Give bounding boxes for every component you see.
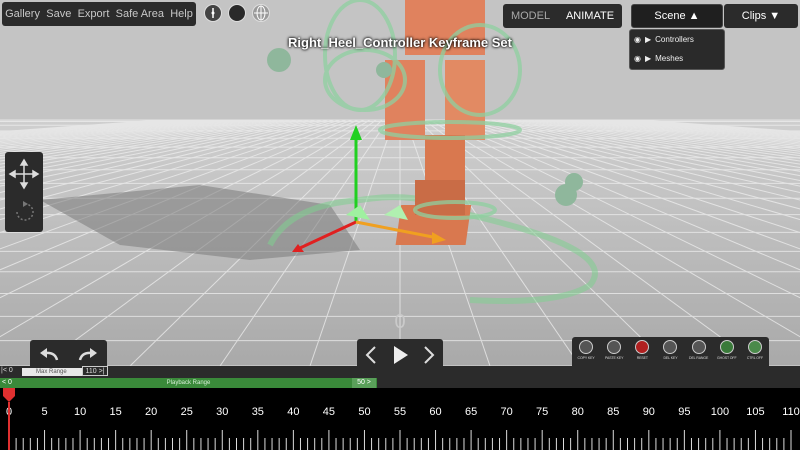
timeline-tick-label: 60	[429, 406, 441, 418]
scene-item-meshes[interactable]: ◉ ▶ Meshes	[630, 49, 724, 68]
paste-key-label: PASTE KEY	[605, 356, 624, 360]
safe-area-menu[interactable]: Safe Area	[116, 8, 164, 20]
ctrl-toggle-button[interactable]: CTRL OFF	[742, 340, 768, 360]
timeline-tick-label: 65	[465, 406, 477, 418]
gallery-menu[interactable]: Gallery	[5, 8, 40, 20]
scene-item-label: Meshes	[655, 54, 684, 63]
eye-icon[interactable]: ◉	[634, 54, 641, 63]
timeline-tick-label: 50	[358, 406, 370, 418]
timeline-tick-label: 85	[607, 406, 619, 418]
playhead-handle[interactable]	[3, 388, 15, 402]
ghost-figure-icon	[719, 340, 734, 354]
timeline-tick-label: 110	[782, 406, 800, 418]
copy-key-label: COPY KEY	[577, 356, 595, 360]
timeline-tick-label: 55	[394, 406, 406, 418]
playback-controls	[357, 339, 443, 366]
max-range-label: Max Range	[36, 369, 67, 375]
timeline-scrubber[interactable]: 0510152025303540455055606570758085909510…	[0, 388, 800, 450]
ghost-label: GHOST OFF	[717, 356, 737, 360]
paste-key-button[interactable]: PASTE KEY	[601, 340, 627, 360]
viewport-title: Right_Heel_Controller Keyframe Set	[288, 35, 512, 50]
max-range-start[interactable]: |< 0	[1, 367, 13, 374]
rotate-tool-icon[interactable]	[16, 201, 34, 221]
range-bar: |< 0 Max Range 110 >| < 0 Playback Range…	[0, 366, 800, 388]
current-frame-display: 0	[394, 311, 406, 333]
export-menu[interactable]: Export	[78, 8, 110, 20]
mode-toggle: MODEL ANIMATE	[503, 4, 622, 28]
scene-item-label: Controllers	[655, 35, 694, 44]
expand-arrow-icon[interactable]: ▶	[645, 54, 651, 63]
keyframe-tools-panel: COPY KEY PASTE KEY RESET DEL KEY DEL RAN…	[572, 337, 769, 366]
delete-key-label: DEL KEY	[663, 356, 678, 360]
redo-icon[interactable]	[76, 346, 100, 364]
timeline-tick-label: 70	[501, 406, 513, 418]
sphere-icon[interactable]	[228, 4, 246, 22]
scene-tab[interactable]: Scene ▲	[631, 4, 723, 28]
playback-range-row: < 0 Playback Range 50 >	[0, 378, 800, 388]
timeline-tick-label: 95	[678, 406, 690, 418]
delete-range-label: DEL RANGE	[689, 356, 709, 360]
previous-frame-icon[interactable]	[364, 345, 378, 365]
timeline-tick-label: 35	[252, 406, 264, 418]
paste-key-icon	[607, 340, 622, 354]
ghost-toggle-button[interactable]: GHOST OFF	[714, 340, 740, 360]
help-menu[interactable]: Help	[170, 8, 193, 20]
delete-key-icon	[663, 340, 678, 354]
timeline-tick-label: 40	[287, 406, 299, 418]
timeline-tick-label: 100	[711, 406, 729, 418]
copy-key-icon	[579, 340, 594, 354]
timeline-tick-label: 90	[643, 406, 655, 418]
timeline-tick-label: 80	[572, 406, 584, 418]
undo-icon[interactable]	[37, 346, 61, 364]
reset-figure-icon	[635, 340, 650, 354]
animate-mode-button[interactable]: ANIMATE	[566, 10, 614, 22]
expand-arrow-icon[interactable]: ▶	[645, 35, 651, 44]
timeline-tick-label: 5	[41, 406, 47, 418]
reset-label: RESET	[636, 356, 648, 360]
compass-icon[interactable]	[204, 4, 222, 22]
model-mode-button[interactable]: MODEL	[511, 10, 550, 22]
top-menu-bar: Gallery Save Export Safe Area Help	[2, 2, 196, 26]
control-figure-icon	[747, 340, 762, 354]
transform-tool-panel	[5, 152, 43, 232]
wireframe-globe-icon[interactable]	[252, 4, 270, 22]
save-menu[interactable]: Save	[46, 8, 71, 20]
playback-range-label: Playback Range	[166, 380, 211, 386]
delete-range-button[interactable]: DEL RANGE	[686, 340, 712, 360]
undo-redo-panel	[30, 340, 107, 366]
timeline-tick-label: 25	[181, 406, 193, 418]
playback-range-end[interactable]: 50 >	[352, 378, 376, 388]
timeline-tick-label: 75	[536, 406, 548, 418]
max-range-row: |< 0 Max Range 110 >|	[0, 366, 800, 377]
ctrl-label: CTRL OFF	[746, 356, 763, 360]
timeline-tick-label: 45	[323, 406, 335, 418]
view-mode-icons	[204, 4, 270, 22]
eye-icon[interactable]: ◉	[634, 35, 641, 44]
timeline-tick-label: 10	[74, 406, 86, 418]
delete-key-button[interactable]: DEL KEY	[657, 340, 683, 360]
play-icon[interactable]	[391, 345, 409, 365]
timeline-ruler[interactable]: 0510152025303540455055606570758085909510…	[0, 388, 800, 450]
clips-tab[interactable]: Clips ▼	[724, 4, 798, 28]
timeline-tick-label: 15	[110, 406, 122, 418]
timeline-tick-label: 105	[746, 406, 764, 418]
timeline-tick-label: 20	[145, 406, 157, 418]
next-frame-icon[interactable]	[422, 345, 436, 365]
3d-viewport[interactable]: Gallery Save Export Safe Area Help MODEL…	[0, 0, 800, 366]
max-range-end[interactable]: 110 >|	[82, 366, 108, 376]
delete-range-icon	[691, 340, 706, 354]
timeline-tick-label: 30	[216, 406, 228, 418]
max-range-slider[interactable]: Max Range	[22, 368, 82, 376]
scene-item-controllers[interactable]: ◉ ▶ Controllers	[630, 30, 724, 49]
copy-key-button[interactable]: COPY KEY	[573, 340, 599, 360]
move-tool-icon[interactable]	[8, 158, 40, 190]
reset-button[interactable]: RESET	[629, 340, 655, 360]
scene-dropdown: ◉ ▶ Controllers ◉ ▶ Meshes	[629, 29, 725, 70]
